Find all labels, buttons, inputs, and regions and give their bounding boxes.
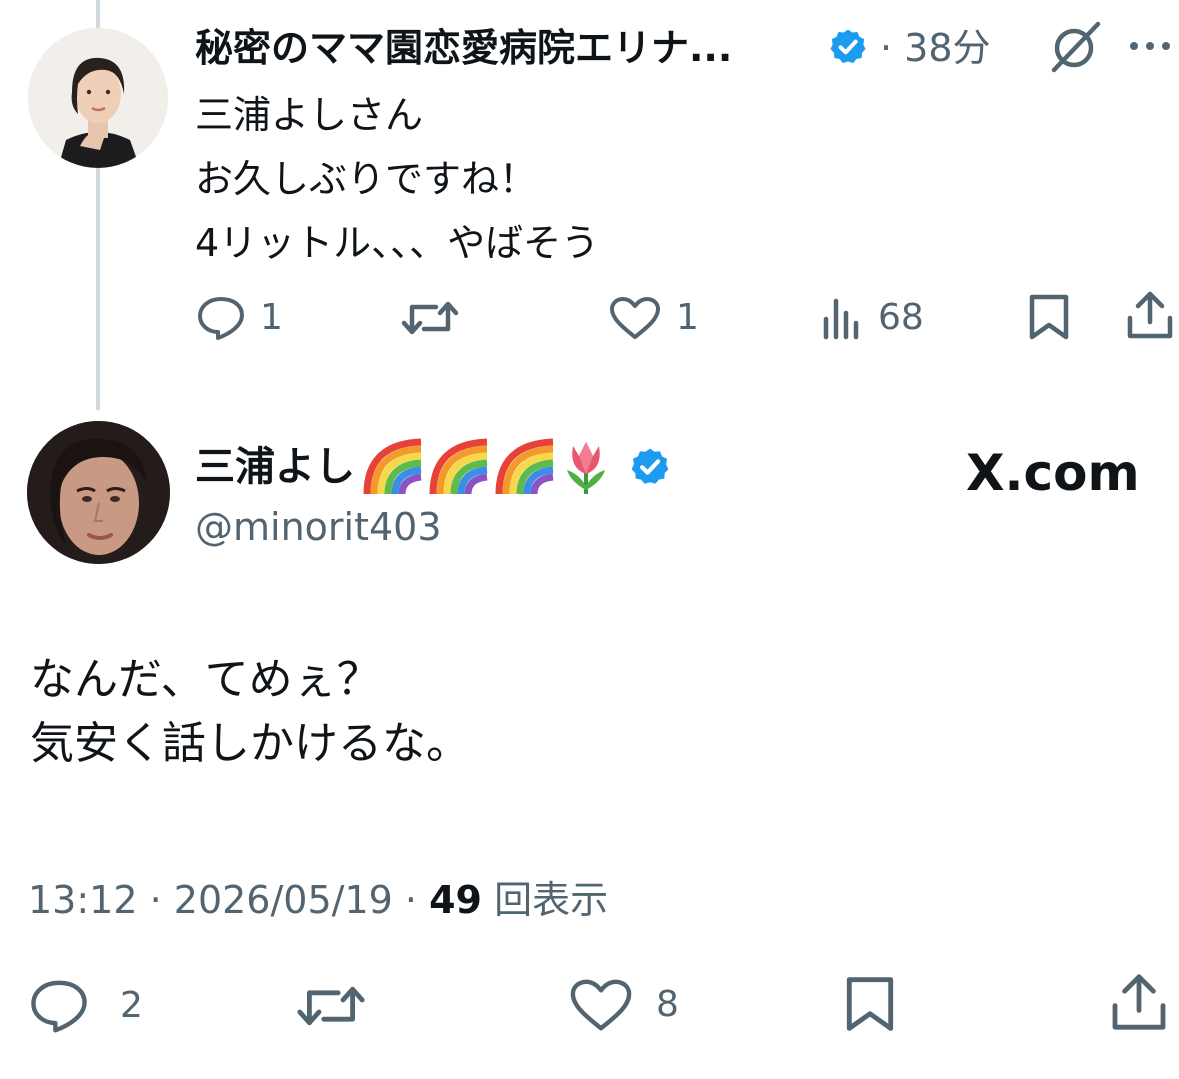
views-label: 回表示: [494, 878, 609, 922]
main-author-avatar[interactable]: [27, 421, 170, 564]
heart-icon: [610, 297, 660, 339]
xcom-watermark: X.com: [966, 444, 1140, 502]
reply-views-button[interactable]: 68: [820, 295, 924, 341]
views-icon: [823, 298, 859, 340]
main-comment-button[interactable]: 2: [28, 978, 143, 1034]
reply-comment-button[interactable]: 1: [196, 295, 283, 341]
share-icon: [1112, 974, 1166, 1030]
main-reply-count: 2: [120, 985, 143, 1026]
reply-retweet-button[interactable]: [400, 295, 460, 341]
reply-like-button[interactable]: 1: [608, 295, 699, 341]
rainbow-emoji: [495, 438, 554, 495]
rainbow-emoji: [429, 438, 488, 495]
retweet-icon: [297, 986, 365, 1026]
tweet-time[interactable]: 13:12: [28, 878, 138, 922]
bookmark-icon: [846, 977, 894, 1031]
name-emojis: [363, 438, 615, 496]
main-retweet-button[interactable]: [295, 978, 367, 1034]
reply-tweet-text: 三浦よしさん お久しぶりですね！ 4リットル、、、やばそう: [195, 83, 599, 275]
main-author-name-row[interactable]: 三浦よし: [195, 438, 671, 496]
main-like-button[interactable]: 8: [568, 976, 679, 1034]
verified-icon: [631, 448, 669, 484]
more-icon[interactable]: [1128, 39, 1172, 53]
heart-icon: [570, 979, 632, 1031]
grok-icon[interactable]: [1048, 20, 1104, 74]
main-text-line: 気安く話しかけるな。: [30, 718, 470, 769]
views-count: 49: [429, 878, 482, 922]
reply-count: 1: [260, 297, 283, 338]
reply-text-line: 4リットル、、、やばそう: [195, 221, 600, 265]
bookmark-icon: [1029, 294, 1069, 340]
main-author-handle[interactable]: @minorit403: [195, 500, 442, 554]
main-text-line: なんだ、てめぇ？: [30, 654, 381, 705]
comment-icon: [198, 297, 244, 340]
reply-text-line: お久しぶりですね！: [195, 157, 538, 201]
comment-icon: [31, 980, 87, 1033]
like-count: 1: [676, 297, 699, 338]
rainbow-emoji: [363, 438, 422, 495]
main-share-button[interactable]: [1110, 972, 1168, 1032]
reply-text-line: 三浦よしさん: [195, 93, 424, 137]
reply-share-button[interactable]: [1126, 290, 1174, 340]
retweet-icon: [401, 301, 459, 335]
main-tweet-text: なんだ、てめぇ？ 気安く話しかけるな。: [30, 648, 470, 776]
main-author-name: 三浦よし: [195, 444, 355, 490]
views-count: 68: [878, 297, 924, 338]
tulip-emoji: [567, 442, 605, 494]
main-tweet-meta: 13:12 · 2026/05/19 · 49 回表示: [28, 878, 609, 922]
verified-icon: [830, 29, 866, 63]
main-bookmark-button[interactable]: [842, 974, 898, 1034]
reply-bookmark-button[interactable]: [1026, 293, 1072, 341]
reply-author-name[interactable]: 秘密のママ園恋愛病院エリナ...: [195, 21, 820, 75]
main-like-count: 8: [656, 984, 679, 1025]
tweet-date[interactable]: 2026/05/19: [174, 878, 393, 922]
share-icon: [1127, 291, 1173, 339]
reply-timestamp[interactable]: · 38分: [880, 21, 991, 75]
reply-author-avatar[interactable]: [28, 28, 168, 168]
